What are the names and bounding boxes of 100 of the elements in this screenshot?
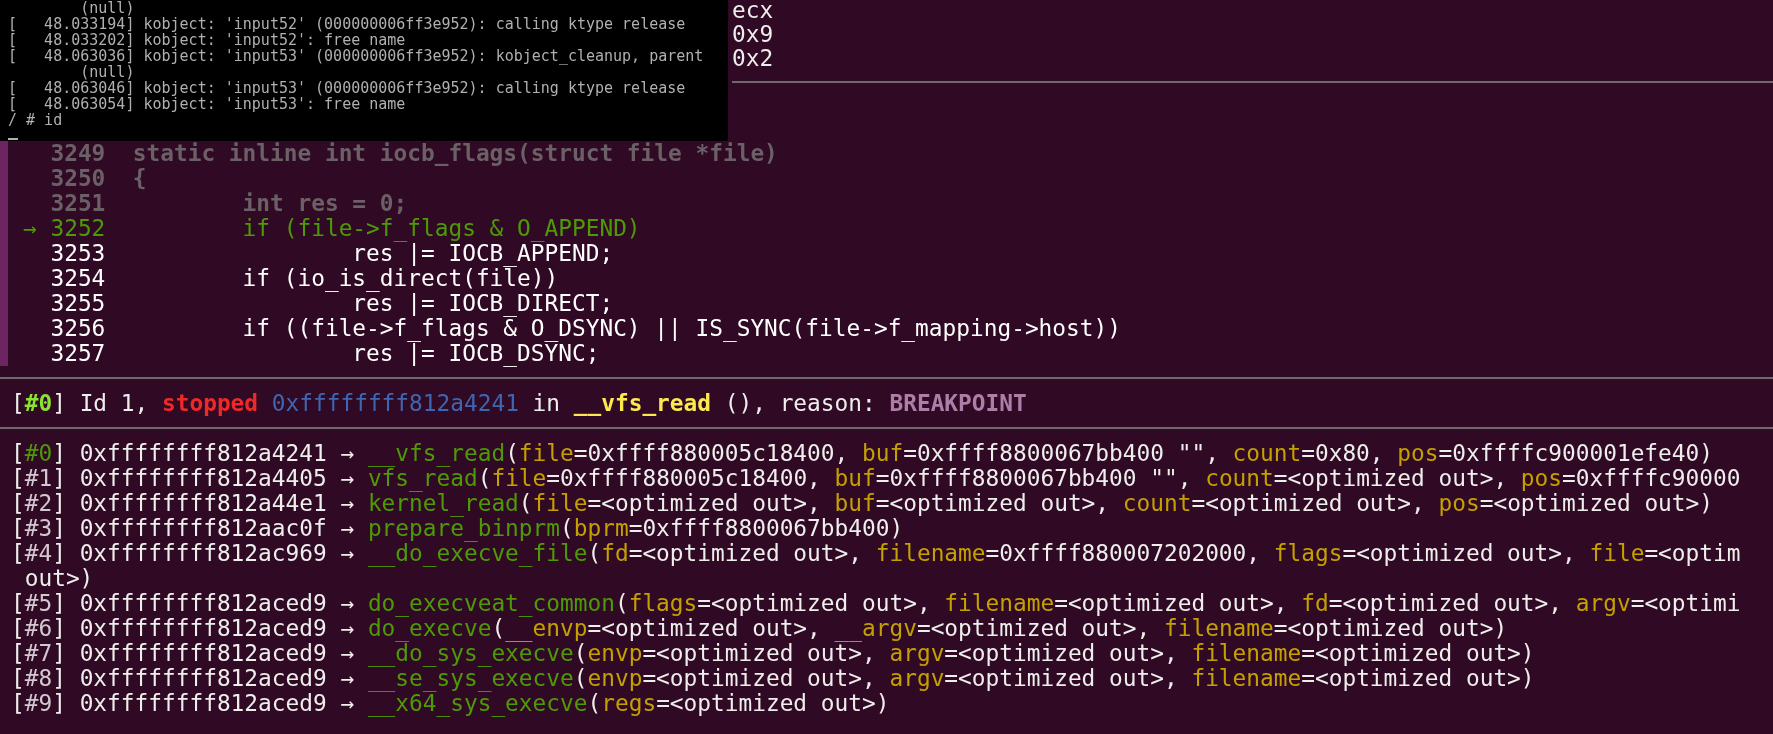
thread-text: [ [11, 390, 25, 416]
backtrace-text: argv [889, 665, 945, 691]
backtrace-text: =<optimized out>, [916, 615, 1151, 641]
thread-text: ] Id 1, [52, 390, 150, 416]
backtrace-text: [ [11, 490, 25, 516]
backtrace-text: argv [1575, 590, 1631, 616]
backtrace-text: envp [587, 665, 643, 691]
backtrace-text: #4 [24, 540, 53, 566]
backtrace-text: =<optimized out>, [1054, 590, 1289, 616]
console-line: [ 48.063054] kobject: 'input53': free name [8, 96, 406, 112]
backtrace-text: =0xffff880005c18400, [546, 465, 822, 491]
backtrace-text: =<optimized out>, [642, 640, 876, 666]
backtrace-text: =<optimized out>, [1191, 490, 1426, 516]
backtrace-text: ] 0xffffffff812aced9 → [52, 690, 356, 716]
backtrace-text: =<optimized out>, [587, 615, 821, 641]
line-number: 3256 [50, 316, 106, 341]
backtrace-text: =<optimized out>, [1328, 590, 1563, 616]
console-line: [ 48.033194] kobject: 'input52' (000000006ff3e952): calling ktype release [8, 16, 687, 32]
console-line: [ 48.063036] kobject: 'input53' (000000006ff3e952): kobject_cleanup, parent [8, 48, 705, 64]
thread-text: BREAKPOINT [889, 390, 1027, 416]
line-number: 3255 [50, 291, 106, 316]
backtrace-text: =0x80, [1301, 440, 1385, 466]
code-line: if (io_is_direct(file)) [241, 266, 559, 291]
backtrace-text: #7 [24, 640, 53, 666]
backtrace-text: do_execve [367, 615, 492, 641]
backtrace-text: #0 [24, 440, 53, 466]
backtrace-text: =0xffffc90000 [1562, 465, 1741, 491]
backtrace-text: [ [11, 515, 25, 541]
backtrace-text: filename [1164, 615, 1274, 641]
backtrace-text: ] 0xffffffff812aced9 → [52, 665, 356, 691]
backtrace-text: #6 [24, 615, 53, 641]
backtrace-text: [ [11, 690, 25, 716]
backtrace-text: =<optimized out>, [628, 540, 863, 566]
backtrace-text: kernel_read [367, 490, 519, 516]
thread-text: in [531, 390, 562, 416]
backtrace-text: file [532, 490, 588, 516]
backtrace-text: buf [834, 465, 876, 491]
backtrace-text: =<optimized out>, [1273, 465, 1509, 491]
backtrace-text: =<optimized out>, [587, 490, 822, 516]
backtrace-text: pos [1397, 440, 1439, 466]
backtrace-text: prepare_binprm [367, 515, 561, 541]
backtrace-text: =<optim [1644, 540, 1741, 566]
register-value: 0x2 [732, 46, 775, 70]
backtrace-text: =0xffff880007202000, [985, 540, 1262, 566]
backtrace-text: ] 0xffffffff812aced9 → [52, 615, 356, 641]
backtrace-text: __envp [505, 615, 588, 641]
backtrace-text: vfs_read [367, 465, 478, 491]
backtrace-text: ( [573, 665, 588, 691]
backtrace-text: __do_sys_execve [367, 640, 574, 666]
code-line: if (file->f_flags & O_APPEND) [241, 216, 641, 241]
backtrace-text: filename [944, 590, 1055, 616]
backtrace-text: file [518, 440, 574, 466]
backtrace-text: #9 [24, 690, 53, 716]
code-line: int res = 0; [241, 191, 408, 216]
console-line: (null) [79, 0, 136, 16]
backtrace-text: ( [491, 615, 506, 641]
backtrace-text: [ [11, 440, 25, 466]
current-line-marker: → [23, 215, 37, 241]
backtrace-text: file [491, 465, 547, 491]
code-line: if ((file->f_flags & O_DSYNC) || IS_SYNC(file->f_mapping->host)) [241, 316, 1121, 341]
backtrace-text: pos [1438, 490, 1480, 516]
console-line: [ 48.063046] kobject: 'input53' (000000006ff3e952): calling ktype release [8, 80, 687, 96]
backtrace-text: count [1232, 440, 1302, 466]
code-line: static inline int iocb_flags(struct file *file) [132, 141, 778, 166]
backtrace-text: ] 0xffffffff812aac0f → [52, 515, 356, 541]
backtrace-text: ] 0xffffffff812a4241 → [52, 440, 356, 466]
backtrace-text: #1 [24, 465, 53, 491]
code-line: res |= IOCB_DIRECT; [352, 291, 614, 316]
backtrace-text: regs [601, 690, 657, 716]
code-line: res |= IOCB_APPEND; [352, 241, 614, 266]
line-number: 3257 [50, 341, 106, 366]
backtrace-text: [ [11, 540, 25, 566]
backtrace-text: #5 [24, 590, 53, 616]
backtrace-text: [ [11, 590, 25, 616]
backtrace-text: =<optimized out>) [1273, 615, 1508, 641]
backtrace-text: [ [11, 465, 25, 491]
backtrace-text: ( [587, 690, 602, 716]
backtrace-text: =0xffff8800067bb400) [628, 515, 904, 541]
console-line: [ 48.033202] kobject: 'input52': free name [8, 32, 406, 48]
backtrace-text: out>) [23, 565, 94, 591]
backtrace-text: bprm [573, 515, 629, 541]
line-number: 3251 [50, 191, 106, 216]
backtrace-text: =<optimized out>, [642, 665, 877, 691]
thread-text: #0 [24, 390, 53, 416]
backtrace-text: ] 0xffffffff812aced9 → [52, 590, 356, 616]
register-value: 0x9 [732, 22, 775, 46]
backtrace-text: flags [628, 590, 698, 616]
line-number: 3253 [50, 241, 106, 266]
code-line: { [132, 166, 147, 191]
thread-text: 0xffffffff812a4241 [270, 390, 519, 416]
cursor [8, 138, 18, 140]
backtrace-text: fd [1301, 590, 1329, 616]
backtrace-text: argv [889, 640, 945, 666]
backtrace-text: =<optimized out>, [697, 590, 932, 616]
backtrace-text: count [1205, 465, 1274, 491]
thread-text: stopped [162, 390, 259, 416]
backtrace-text: buf [834, 490, 876, 516]
backtrace-text: =<optimized out>) [1479, 490, 1713, 516]
backtrace-text: #8 [24, 665, 53, 691]
backtrace-text: =0xffff8800067bb400 "", [903, 440, 1220, 466]
